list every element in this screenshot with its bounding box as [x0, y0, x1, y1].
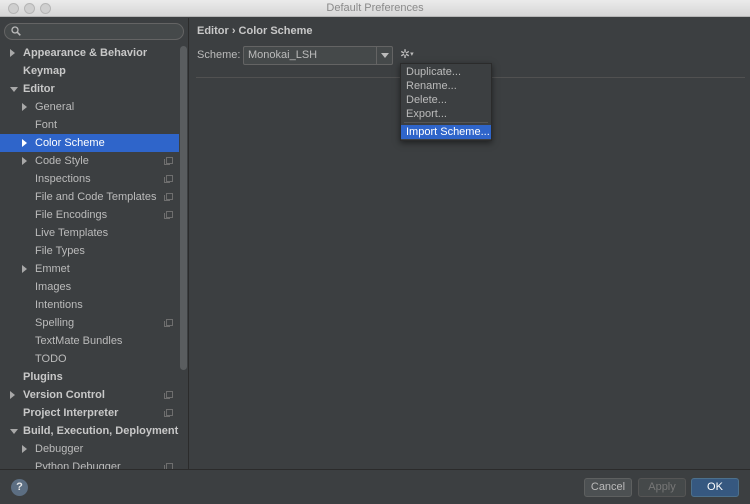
- copy-icon: [164, 319, 173, 327]
- settings-tree: Appearance & Behavior Keymap Editor General…: [0, 44, 179, 469]
- sidebar-item-build-execution-deployment[interactable]: Build, Execution, Deployment: [0, 422, 179, 440]
- copy-icon: [164, 211, 173, 219]
- sidebar-item-label: TODO: [35, 353, 67, 365]
- caret-down-icon: ▾: [410, 50, 414, 58]
- sidebar-item-inspections[interactable]: Inspections: [0, 170, 179, 188]
- chevron-right-icon[interactable]: [22, 445, 27, 453]
- sidebar-item-label: TextMate Bundles: [35, 335, 123, 347]
- sidebar-item-file-and-code-templates[interactable]: File and Code Templates: [0, 188, 179, 206]
- sidebar-item-label: Code Style: [35, 155, 89, 167]
- scheme-label: Scheme:: [197, 49, 241, 61]
- copy-icon: [164, 157, 173, 165]
- sidebar-item-appearance-behavior[interactable]: Appearance & Behavior: [0, 44, 179, 62]
- chevron-down-icon[interactable]: [10, 87, 18, 92]
- apply-button[interactable]: Apply: [638, 478, 686, 497]
- sidebar-item-file-types[interactable]: File Types: [0, 242, 179, 260]
- sidebar-scrollbar[interactable]: [180, 46, 187, 370]
- search-icon: [11, 26, 21, 36]
- sidebar-item-label: Intentions: [35, 299, 83, 311]
- sidebar-item-keymap[interactable]: Keymap: [0, 62, 179, 80]
- copy-icon: [164, 175, 173, 183]
- sidebar-item-live-templates[interactable]: Live Templates: [0, 224, 179, 242]
- sidebar-item-project-interpreter[interactable]: Project Interpreter: [0, 404, 179, 422]
- chevron-right-icon[interactable]: [22, 103, 27, 111]
- chevron-down-icon[interactable]: [376, 47, 392, 64]
- sidebar-item-version-control[interactable]: Version Control: [0, 386, 179, 404]
- copy-icon: [164, 391, 173, 399]
- sidebar-item-label: Images: [35, 281, 72, 293]
- gear-icon[interactable]: ✲▾: [400, 47, 416, 61]
- copy-icon: [164, 409, 173, 417]
- sidebar-item-file-encodings[interactable]: File Encodings: [0, 206, 179, 224]
- menu-item-rename[interactable]: Rename...: [401, 79, 491, 93]
- search-input[interactable]: [4, 23, 184, 40]
- menu-item-import-scheme[interactable]: Import Scheme...: [401, 125, 491, 139]
- sidebar-item-label: Debugger: [35, 443, 84, 455]
- menu-item-delete[interactable]: Delete...: [401, 93, 491, 107]
- scheme-select-value: Monokai_LSH: [248, 49, 318, 61]
- copy-icon: [164, 193, 173, 201]
- sidebar-item-label: Color Scheme: [35, 137, 105, 149]
- sidebar-item-label: Plugins: [23, 371, 63, 383]
- window-title: Default Preferences: [326, 2, 424, 14]
- settings-sidebar: Appearance & Behavior Keymap Editor General…: [0, 18, 189, 469]
- sidebar-item-label: File Types: [35, 245, 85, 257]
- scheme-actions-menu: Duplicate... Rename... Delete... Export... I…: [400, 63, 492, 141]
- chevron-right-icon[interactable]: [22, 139, 27, 147]
- sidebar-item-emmet[interactable]: Emmet: [0, 260, 179, 278]
- sidebar-item-label: Appearance & Behavior: [23, 47, 148, 59]
- sidebar-item-label: Version Control: [23, 389, 105, 401]
- sidebar-item-debugger[interactable]: Debugger: [0, 440, 179, 458]
- sidebar-item-label: Inspections: [35, 173, 91, 185]
- sidebar-item-label: Build, Execution, Deployment: [23, 425, 179, 437]
- sidebar-item-python-debugger[interactable]: Python Debugger: [0, 458, 179, 469]
- sidebar-item-label: Spelling: [35, 317, 75, 329]
- chevron-right-icon[interactable]: [10, 391, 15, 399]
- sidebar-item-label: Live Templates: [35, 227, 109, 239]
- sidebar-item-editor[interactable]: Editor: [0, 80, 179, 98]
- sidebar-item-label: Keymap: [23, 65, 66, 77]
- scheme-select[interactable]: Monokai_LSH: [243, 46, 393, 65]
- chevron-down-icon[interactable]: [10, 429, 18, 434]
- sidebar-item-images[interactable]: Images: [0, 278, 179, 296]
- ok-button[interactable]: OK: [691, 478, 739, 497]
- sidebar-item-font[interactable]: Font: [0, 116, 179, 134]
- breadcrumb: Editor › Color Scheme: [197, 25, 313, 37]
- cancel-button[interactable]: Cancel: [584, 478, 632, 497]
- sidebar-item-label: File and Code Templates: [35, 191, 157, 203]
- sidebar-item-label: File Encodings: [35, 209, 108, 221]
- sidebar-item-label: Font: [35, 119, 58, 131]
- chevron-right-icon[interactable]: [22, 265, 27, 273]
- sidebar-item-intentions[interactable]: Intentions: [0, 296, 179, 314]
- sidebar-item-code-style[interactable]: Code Style: [0, 152, 179, 170]
- chevron-right-icon[interactable]: [22, 157, 27, 165]
- menu-item-duplicate[interactable]: Duplicate...: [401, 65, 491, 79]
- sidebar-item-plugins[interactable]: Plugins: [0, 368, 179, 386]
- menu-item-export[interactable]: Export...: [401, 107, 491, 121]
- chevron-right-icon[interactable]: [10, 49, 15, 57]
- sidebar-item-todo[interactable]: TODO: [0, 350, 179, 368]
- sidebar-item-label: General: [35, 101, 75, 113]
- sidebar-item-label: Python Debugger: [35, 461, 121, 469]
- menu-separator: [404, 122, 488, 123]
- sidebar-item-label: Editor: [23, 83, 55, 95]
- sidebar-item-color-scheme[interactable]: Color Scheme: [0, 134, 179, 152]
- sidebar-item-label: Project Interpreter: [23, 407, 119, 419]
- dialog-footer: ? Cancel Apply OK: [0, 469, 750, 504]
- help-button[interactable]: ?: [11, 479, 28, 496]
- title-bar: Default Preferences: [0, 0, 750, 17]
- sidebar-item-textmate-bundles[interactable]: TextMate Bundles: [0, 332, 179, 350]
- sidebar-item-spelling[interactable]: Spelling: [0, 314, 179, 332]
- sidebar-item-general[interactable]: General: [0, 98, 179, 116]
- sidebar-item-label: Emmet: [35, 263, 70, 275]
